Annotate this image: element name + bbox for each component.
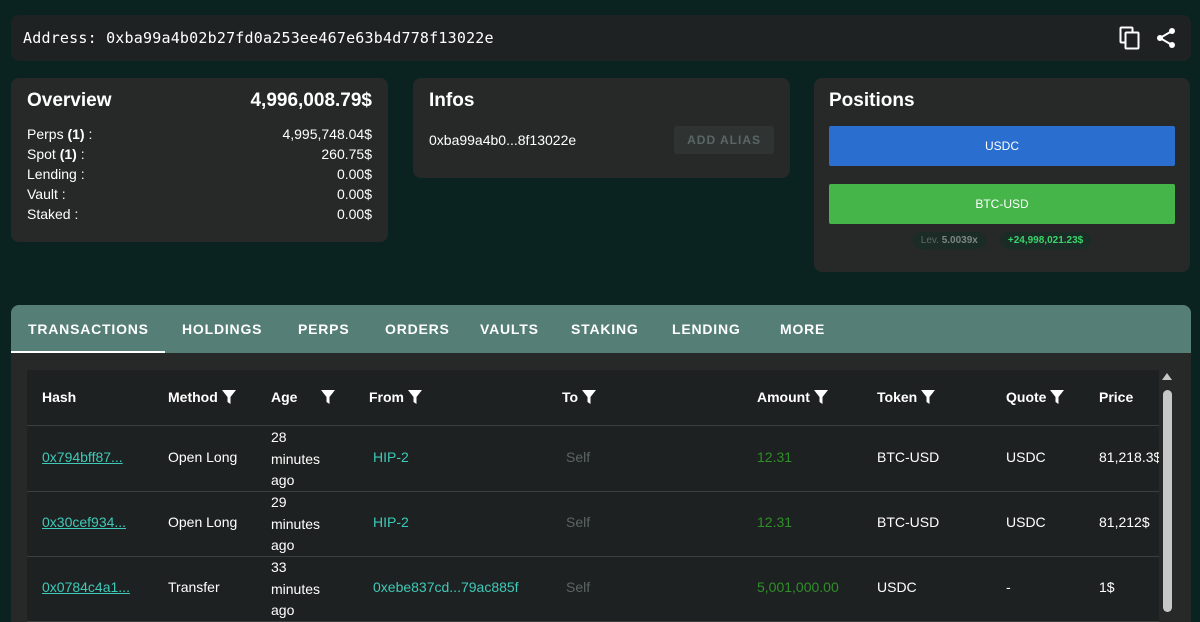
hash-link[interactable]: 0x794bff87... xyxy=(42,449,123,465)
column-header-age: Age xyxy=(271,389,336,405)
filter-icon[interactable] xyxy=(813,389,829,405)
filter-icon[interactable] xyxy=(221,389,237,405)
overview-row-perps: Perps (1) : 4,995,748.04$ xyxy=(27,126,372,142)
overview-card: Overview 4,996,008.79$ Perps (1) : 4,995… xyxy=(11,78,388,242)
overview-row-vault: Vault : 0.00$ xyxy=(27,186,372,202)
filter-icon[interactable] xyxy=(407,389,423,405)
column-header-quote: Quote xyxy=(1006,389,1065,405)
tab-orders[interactable]: ORDERS xyxy=(385,321,450,337)
price-cell: 1$ xyxy=(1099,579,1115,595)
positions-title: Positions xyxy=(829,90,915,111)
table-header: Hash Method Age From To Amount Token Quo… xyxy=(27,370,1159,426)
price-cell: 81,212$ xyxy=(1099,514,1150,530)
tab-perps[interactable]: PERPS xyxy=(298,321,349,337)
address-bar: Address: 0xba99a4b02b27fd0a253ee467e63b4… xyxy=(11,15,1191,61)
filter-icon[interactable] xyxy=(320,389,336,405)
copy-icon[interactable] xyxy=(1117,25,1143,51)
to-cell: Self xyxy=(566,579,591,595)
tabs-panel: TRANSACTIONS HOLDINGS PERPS ORDERS VAULT… xyxy=(11,305,1191,622)
add-alias-button[interactable]: ADD ALIAS xyxy=(674,126,774,154)
tab-bar: TRANSACTIONS HOLDINGS PERPS ORDERS VAULT… xyxy=(11,305,1191,353)
method-cell: Transfer xyxy=(168,579,220,595)
table-row[interactable]: 0x30cef934... Open Long 29 minutes ago HIP… xyxy=(27,492,1159,557)
overview-value: 0.00$ xyxy=(336,166,372,182)
scroll-thumb[interactable] xyxy=(1163,390,1172,612)
active-tab-indicator xyxy=(11,351,165,353)
scroll-up-icon[interactable] xyxy=(1162,373,1172,380)
filter-icon[interactable] xyxy=(920,389,936,405)
address-text: Address: 0xba99a4b02b27fd0a253ee467e63b4… xyxy=(23,29,494,47)
column-header-price: Price xyxy=(1099,389,1134,405)
infos-title: Infos xyxy=(429,90,475,111)
from-cell[interactable]: HIP-2 xyxy=(373,449,409,465)
short-address: 0xba99a4b0...8f13022e xyxy=(429,132,577,148)
overview-value: 4,995,748.04$ xyxy=(282,126,372,142)
amount-cell: 12.31 xyxy=(757,514,793,530)
position-btc-usd-bar[interactable]: BTC-USD xyxy=(829,184,1175,224)
hash-link[interactable]: 0x0784c4a1... xyxy=(42,579,130,595)
overview-value: 0.00$ xyxy=(336,206,372,222)
token-cell: BTC-USD xyxy=(877,514,940,530)
age-cell: 29 minutes ago xyxy=(271,494,321,553)
tab-lending[interactable]: LENDING xyxy=(672,321,741,337)
quote-cell: USDC xyxy=(1006,514,1046,530)
to-cell: Self xyxy=(566,514,591,530)
overview-row-lending: Lending : 0.00$ xyxy=(27,166,372,182)
overview-row-staked: Staked : 0.00$ xyxy=(27,206,372,222)
tab-staking[interactable]: STAKING xyxy=(571,321,639,337)
quote-cell: - xyxy=(1006,579,1011,595)
tab-transactions[interactable]: TRANSACTIONS xyxy=(28,321,149,337)
tab-more[interactable]: MORE xyxy=(780,321,825,337)
method-cell: Open Long xyxy=(168,449,238,465)
table-scrollbar[interactable] xyxy=(1160,370,1174,622)
pnl-chip: +24,998,021.23$ xyxy=(999,232,1092,249)
token-cell: USDC xyxy=(877,579,917,595)
overview-row-spot: Spot (1) : 260.75$ xyxy=(27,146,372,162)
column-header-amount: Amount xyxy=(757,389,829,405)
quote-cell: USDC xyxy=(1006,449,1046,465)
tab-vaults[interactable]: VAULTS xyxy=(480,321,539,337)
table-row[interactable]: 0x794bff87... Open Long 28 minutes ago HIP… xyxy=(27,427,1159,492)
filter-icon[interactable] xyxy=(1049,389,1065,405)
age-cell: 28 minutes ago xyxy=(271,429,321,488)
tab-holdings[interactable]: HOLDINGS xyxy=(182,321,262,337)
table-row[interactable]: 0x0784c4a1... Transfer 33 minutes ago 0xeb… xyxy=(27,557,1159,622)
overview-value: 260.75$ xyxy=(321,146,372,162)
price-cell: 81,218.3$ xyxy=(1099,449,1159,465)
hash-link[interactable]: 0x30cef934... xyxy=(42,514,126,530)
positions-card: Positions USDC BTC-USD Lev. 5.0039x +24,… xyxy=(814,78,1190,272)
overview-total: 4,996,008.79$ xyxy=(250,90,372,111)
column-header-from: From xyxy=(369,389,423,405)
overview-title: Overview xyxy=(27,90,112,111)
overview-value: 0.00$ xyxy=(336,186,372,202)
from-cell[interactable]: HIP-2 xyxy=(373,514,409,530)
amount-cell: 5,001,000.00 xyxy=(757,579,839,595)
share-icon[interactable] xyxy=(1153,25,1179,51)
filter-icon[interactable] xyxy=(581,389,597,405)
amount-cell: 12.31 xyxy=(757,449,793,465)
method-cell: Open Long xyxy=(168,514,238,530)
position-usdc-bar[interactable]: USDC xyxy=(829,126,1175,166)
age-cell: 33 minutes ago xyxy=(271,559,321,618)
infos-card: Infos 0xba99a4b0...8f13022e ADD ALIAS xyxy=(413,78,790,178)
column-header-to: To xyxy=(562,389,597,405)
column-header-method: Method xyxy=(168,389,237,405)
leverage-chip: Lev. 5.0039x xyxy=(912,232,986,249)
token-cell: BTC-USD xyxy=(877,449,940,465)
column-header-token: Token xyxy=(877,389,936,405)
column-header-hash: Hash xyxy=(42,389,77,405)
from-cell[interactable]: 0xebe837cd...79ac885f xyxy=(373,579,519,595)
to-cell: Self xyxy=(566,449,591,465)
transactions-table: Hash Method Age From To Amount Token Quo… xyxy=(27,370,1159,622)
